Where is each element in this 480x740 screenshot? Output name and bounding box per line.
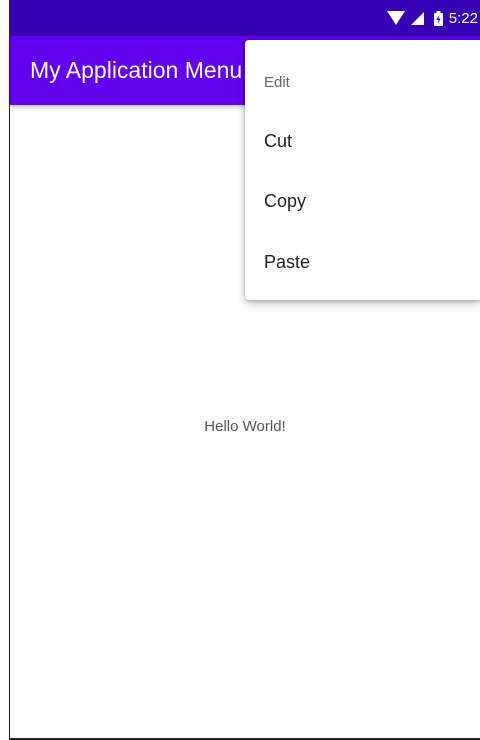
status-icons: 5:22 [386, 0, 480, 36]
app-screen: 5:22 My Application Menu Demo Hello Worl… [0, 0, 480, 740]
menu-item-paste[interactable]: Paste [245, 234, 480, 290]
left-frame-edge [9, 0, 10, 740]
battery-icon [433, 10, 443, 26]
menu-item-cut[interactable]: Cut [245, 113, 480, 169]
menu-item-copy[interactable]: Copy [245, 173, 480, 229]
hello-text: Hello World! [204, 418, 286, 435]
status-bar: 5:22 [10, 0, 480, 36]
popup-menu: Edit Cut Copy Paste [245, 40, 480, 300]
wifi-icon [386, 11, 405, 25]
menu-header: Edit [264, 74, 290, 91]
signal-icon [410, 11, 424, 25]
status-time: 5:22 [448, 9, 478, 27]
